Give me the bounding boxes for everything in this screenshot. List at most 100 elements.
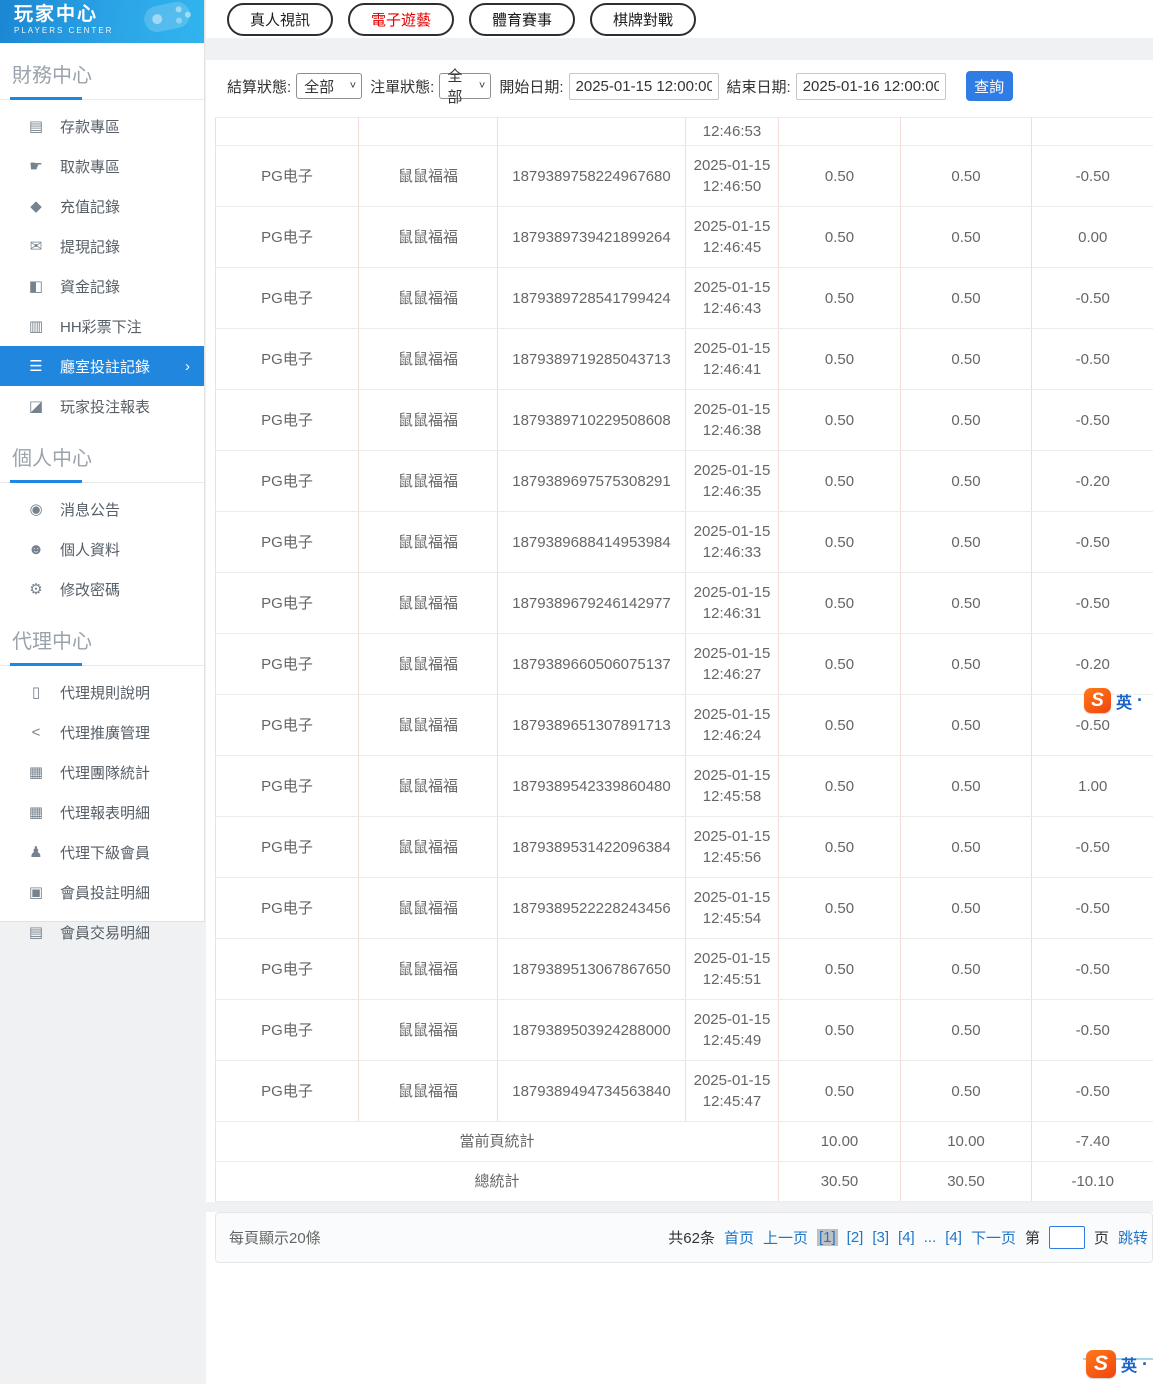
sidebar-item-代理報表明細[interactable]: ▦ 代理報表明細 xyxy=(0,792,204,832)
sidebar-section-title: 個人中心 xyxy=(12,448,92,470)
cell-win-loss: -0.50 xyxy=(1031,328,1153,390)
cell-order-id: 1879389710229508608 xyxy=(497,389,686,451)
cell-order-id: 1879389679246142977 xyxy=(497,572,686,634)
cell-valid-bet: 0.50 xyxy=(900,755,1032,817)
cell-win-loss: -0.50 xyxy=(1031,938,1153,1000)
sidebar-item-提現記錄[interactable]: ✉ 提現記錄 xyxy=(0,226,204,266)
cell-game: 鼠鼠福福 xyxy=(358,450,498,512)
summary-win-loss: -10.10 xyxy=(1031,1161,1153,1202)
chart-icon: ▦ xyxy=(28,764,44,781)
sidebar-item-label: 代理下級會員 xyxy=(60,844,151,862)
page-link-4[interactable]: [4] xyxy=(945,1229,962,1246)
section-divider xyxy=(0,97,204,100)
order-status-select[interactable]: 全部 ˅ xyxy=(439,68,492,106)
sogou-logo-icon[interactable]: S xyxy=(1086,1350,1116,1378)
cell-time: 2025-01-15 12:45:51 xyxy=(685,938,779,1000)
cell-valid-bet: 0.50 xyxy=(900,450,1032,512)
cell-game: 鼠鼠福福 xyxy=(358,816,498,878)
sidebar-item-會員交易明細[interactable]: ▤ 會員交易明細 xyxy=(0,912,204,952)
cell-time: 2025-01-15 12:45:58 xyxy=(685,755,779,817)
cell-order-id: 1879389522228243456 xyxy=(497,877,686,939)
card-icon: ▤ xyxy=(28,118,44,135)
sidebar-item-存款專區[interactable]: ▤ 存款專區 xyxy=(0,106,204,146)
sidebar-item-代理下級會員[interactable]: ♟ 代理下級會員 xyxy=(0,832,204,872)
summary-label: 總統計 xyxy=(215,1161,779,1202)
sidebar-item-label: 玩家投注報表 xyxy=(60,398,151,416)
page-link-上一页[interactable]: 上一页 xyxy=(763,1227,808,1248)
cell-bet-amount: 0.50 xyxy=(778,633,901,695)
sidebar-item-取款專區[interactable]: ☛ 取款專區 xyxy=(0,146,204,186)
sidebar-item-玩家投注報表[interactable]: ◪ 玩家投注報表 xyxy=(0,386,204,426)
cell-game: 鼠鼠福福 xyxy=(358,572,498,634)
sidebar-item-資金記錄[interactable]: ◧ 資金記錄 xyxy=(0,266,204,306)
room-bet-icon: ☰ xyxy=(29,358,43,375)
page-link-2[interactable]: [2] xyxy=(847,1229,864,1246)
cell-bet-amount: 0.50 xyxy=(778,755,901,817)
sidebar-item-代理推廣管理[interactable]: < 代理推廣管理 xyxy=(0,712,204,752)
tab-電子遊藝[interactable]: 電子遊藝 xyxy=(348,2,455,36)
sogou-logo-icon[interactable]: S xyxy=(1084,688,1111,713)
section-divider xyxy=(0,480,204,483)
query-button[interactable]: 查詢 xyxy=(965,71,1013,101)
cell-order-id: 1879389660506075137 xyxy=(497,633,686,695)
settle-status-select[interactable]: 全部 ˅ xyxy=(296,73,363,99)
cell-platform: PG电子 xyxy=(215,267,359,329)
table-row: PG电子 鼠鼠福福 1879389710229508608 2025-01-15 12:… xyxy=(215,389,1153,451)
cell-bet-amount: 0.50 xyxy=(778,572,901,634)
wallet-icon: ✉ xyxy=(29,238,43,255)
cell-order-id: 1879389494734563840 xyxy=(497,1060,686,1122)
cell-win-loss: -0.50 xyxy=(1031,572,1153,634)
page-link-下一页[interactable]: 下一页 xyxy=(971,1227,1016,1248)
cell-time: 2025-01-15 12:45:49 xyxy=(685,999,779,1061)
moneybag-icon: ◆ xyxy=(30,198,42,215)
sidebar-item-消息公告[interactable]: ◉ 消息公告 xyxy=(0,489,204,529)
pagination-bar: 每頁顯示20條 共62条 首页 上一页 [1] [2] [3] [4]... [4] 下一页第 页… xyxy=(215,1212,1153,1263)
cell-game: 鼠鼠福福 xyxy=(358,1060,498,1122)
sidebar-item-HH彩票下注[interactable]: ▥ HH彩票下注 xyxy=(0,306,204,346)
jump-page-input[interactable] xyxy=(1048,1226,1085,1249)
page-link-4[interactable]: [4] xyxy=(898,1229,915,1246)
page-link-...[interactable]: ... xyxy=(924,1229,937,1246)
cell-game: 鼠鼠福福 xyxy=(358,633,498,695)
sidebar-item-修改密碼[interactable]: ⚙ 修改密碼 xyxy=(0,569,204,609)
sidebar-section-title: 代理中心 xyxy=(12,631,92,653)
table-row: PG电子 鼠鼠福福 1879389542339860480 2025-01-15 12:… xyxy=(215,755,1153,817)
cell-bet-amount: 0.50 xyxy=(778,1060,901,1122)
jump-button[interactable]: 跳转 xyxy=(1118,1227,1148,1248)
tab-體育賽事[interactable]: 體育賽事 xyxy=(469,2,576,36)
share-icon: < xyxy=(31,723,41,741)
cell-valid-bet: 0.50 xyxy=(900,633,1032,695)
end-date-input[interactable] xyxy=(795,72,946,100)
tab-棋牌對戰[interactable]: 棋牌對戰 xyxy=(590,2,697,36)
cell-game: 鼠鼠福福 xyxy=(358,267,498,329)
summary-win-loss: -7.40 xyxy=(1031,1121,1153,1162)
cell-bet-amount: 0.50 xyxy=(778,816,901,878)
cell-bet-amount: 0.50 xyxy=(778,999,901,1061)
ime-indicator[interactable]: S 英 · xyxy=(1084,688,1143,713)
section-divider xyxy=(0,663,204,666)
cell-order-id: 1879389719285043713 xyxy=(497,328,686,390)
jump-suffix-label: 页 xyxy=(1093,1230,1109,1247)
sidebar-item-會員投註明細[interactable]: ▣ 會員投註明細 xyxy=(0,872,204,912)
sidebar-item-個人資料[interactable]: ☻ 個人資料 xyxy=(0,529,204,569)
sidebar-item-label: 修改密碼 xyxy=(60,581,121,599)
tab-真人視訊[interactable]: 真人視訊 xyxy=(227,2,334,36)
sidebar-item-充值記錄[interactable]: ◆ 充值記錄 xyxy=(0,186,204,226)
cell-order-id: 1879389697575308291 xyxy=(497,450,686,512)
sidebar-item-廳室投註記錄[interactable]: ☰ 廳室投註記錄 › xyxy=(0,346,204,386)
page-link-3[interactable]: [3] xyxy=(872,1229,889,1246)
start-date-input[interactable] xyxy=(568,72,719,100)
cell-win-loss: -0.50 xyxy=(1031,877,1153,939)
sidebar-item-代理規則說明[interactable]: ▯ 代理規則說明 xyxy=(0,672,204,712)
page-link-1[interactable]: [1] xyxy=(816,1229,838,1246)
ime-indicator[interactable]: S 英 · xyxy=(1086,1350,1148,1378)
chevron-down-icon: ˅ xyxy=(349,80,357,92)
cell-win-loss: -0.50 xyxy=(1031,816,1153,878)
page-link-首页[interactable]: 首页 xyxy=(724,1227,754,1248)
user-icon: ☻ xyxy=(28,540,44,558)
cell-platform: PG电子 xyxy=(215,145,359,207)
table-row: PG电子 鼠鼠福福 1879389719285043713 2025-01-15 12:… xyxy=(215,328,1153,390)
sidebar-item-代理團隊統計[interactable]: ▦ 代理團隊統計 xyxy=(0,752,204,792)
cell-order-id: 1879389651307891713 xyxy=(497,694,686,756)
cell-platform: PG电子 xyxy=(215,206,359,268)
